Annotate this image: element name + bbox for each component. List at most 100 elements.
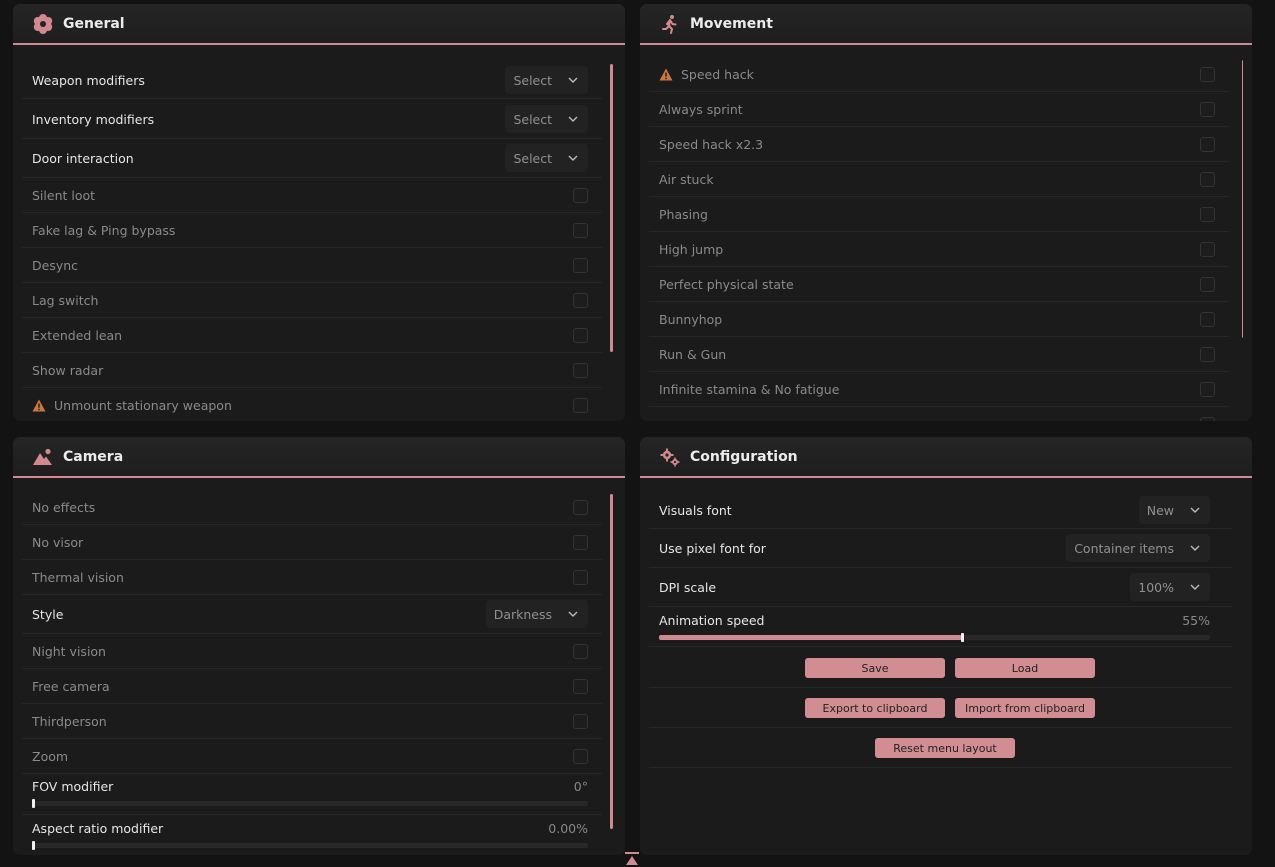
desync-row[interactable]: Desync [22, 248, 602, 283]
aspect-ratio-slider[interactable] [32, 841, 588, 850]
dpi-scale-select[interactable]: 100% [1130, 573, 1210, 601]
show-radar-row[interactable]: Show radar [22, 353, 602, 388]
speed-hack-checkbox[interactable] [1200, 66, 1215, 82]
visuals-font-label: Visuals font [659, 502, 732, 518]
phasing-row[interactable]: Phasing [649, 197, 1229, 232]
list-item-partial-checkbox[interactable] [1200, 416, 1215, 421]
desync-checkbox[interactable] [573, 257, 588, 273]
air-stuck-label: Air stuck [659, 171, 714, 187]
style-row: Style Darkness [22, 595, 602, 634]
import-from-clipboard-button[interactable]: Import from clipboard [955, 698, 1095, 718]
dpi-scale-label: DPI scale [659, 579, 717, 595]
zoom-row[interactable]: Zoom [22, 739, 602, 774]
save-button[interactable]: Save [805, 658, 945, 678]
visuals-font-select[interactable]: New [1138, 496, 1210, 524]
run-and-gun-row[interactable]: Run & Gun [649, 337, 1229, 372]
select-value: Container items [1074, 540, 1174, 556]
slider-knob[interactable] [961, 633, 965, 642]
lag-switch-checkbox[interactable] [573, 292, 588, 308]
door-interaction-row: Door interaction Select [22, 139, 602, 178]
chevron-down-icon [1190, 505, 1200, 515]
no-effects-label: No effects [32, 499, 96, 515]
door-interaction-select[interactable]: Select [505, 144, 588, 172]
reset-menu-layout-button[interactable]: Reset menu layout [875, 738, 1015, 758]
chevron-down-icon [568, 153, 578, 163]
aspect-ratio-label: Aspect ratio modifier [32, 821, 164, 836]
inventory-modifiers-select[interactable]: Select [505, 105, 588, 133]
show-radar-checkbox[interactable] [573, 362, 588, 378]
chevron-down-icon [1190, 543, 1200, 553]
thirdperson-label: Thirdperson [32, 713, 107, 729]
export-to-clipboard-button[interactable]: Export to clipboard [805, 698, 945, 718]
perfect-physical-state-row[interactable]: Perfect physical state [649, 267, 1229, 302]
thirdperson-checkbox[interactable] [573, 713, 588, 729]
always-sprint-row[interactable]: Always sprint [649, 92, 1229, 127]
select-value: Select [513, 111, 552, 127]
list-item-partial[interactable] [649, 407, 1229, 421]
high-jump-checkbox[interactable] [1200, 241, 1215, 257]
lag-switch-label: Lag switch [32, 292, 99, 308]
zoom-checkbox[interactable] [573, 748, 588, 764]
air-stuck-checkbox[interactable] [1200, 171, 1215, 187]
fake-lag-row[interactable]: Fake lag & Ping bypass [22, 213, 602, 248]
divider [649, 727, 1232, 728]
always-sprint-checkbox[interactable] [1200, 101, 1215, 117]
unmount-weapon-checkbox[interactable] [573, 397, 588, 413]
infinite-stamina-row[interactable]: Infinite stamina & No fatigue [649, 372, 1229, 407]
extended-lean-row[interactable]: Extended lean [22, 318, 602, 353]
camera-panel: Camera No effects No visor Thermal visio… [13, 437, 625, 855]
night-vision-row[interactable]: Night vision [22, 634, 602, 669]
infinite-stamina-checkbox[interactable] [1200, 381, 1215, 397]
slider-knob[interactable] [32, 841, 35, 850]
general-scrollbar[interactable] [610, 64, 613, 352]
general-list[interactable]: Weapon modifiers Select Inventory modifi… [22, 57, 616, 421]
style-label: Style [32, 606, 64, 622]
silent-loot-row[interactable]: Silent loot [22, 178, 602, 213]
chevron-down-icon [568, 114, 578, 124]
silent-loot-checkbox[interactable] [573, 187, 588, 203]
phasing-checkbox[interactable] [1200, 206, 1215, 222]
perfect-physical-state-label: Perfect physical state [659, 276, 794, 292]
night-vision-checkbox[interactable] [573, 643, 588, 659]
camera-scrollbar[interactable] [610, 494, 613, 829]
speed-hack-x23-checkbox[interactable] [1200, 136, 1215, 152]
thermal-vision-checkbox[interactable] [573, 569, 588, 585]
run-and-gun-checkbox[interactable] [1200, 346, 1215, 362]
perfect-physical-state-checkbox[interactable] [1200, 276, 1215, 292]
thermal-vision-row[interactable]: Thermal vision [22, 560, 602, 595]
load-button[interactable]: Load [955, 658, 1095, 678]
free-camera-row[interactable]: Free camera [22, 669, 602, 704]
unmount-weapon-row[interactable]: Unmount stationary weapon [22, 388, 602, 421]
night-vision-label: Night vision [32, 643, 106, 659]
style-select[interactable]: Darkness [485, 600, 588, 628]
fake-lag-checkbox[interactable] [573, 222, 588, 238]
free-camera-checkbox[interactable] [573, 678, 588, 694]
extended-lean-checkbox[interactable] [573, 327, 588, 343]
no-visor-checkbox[interactable] [573, 534, 588, 550]
camera-list[interactable]: No effects No visor Thermal vision Style… [22, 490, 616, 855]
thirdperson-row[interactable]: Thirdperson [22, 704, 602, 739]
lag-switch-row[interactable]: Lag switch [22, 283, 602, 318]
fov-modifier-slider[interactable] [32, 799, 588, 808]
running-person-icon [660, 14, 680, 34]
movement-list[interactable]: Speed hack Always sprint Speed hack x2.3… [649, 57, 1243, 421]
bunnyhop-checkbox[interactable] [1200, 311, 1215, 327]
speed-hack-row[interactable]: Speed hack [649, 57, 1229, 92]
weapon-modifiers-select[interactable]: Select [505, 66, 588, 94]
unmount-weapon-label: Unmount stationary weapon [54, 397, 232, 413]
no-effects-checkbox[interactable] [573, 499, 588, 515]
animation-speed-slider[interactable] [659, 633, 1210, 642]
slider-knob[interactable] [32, 799, 35, 808]
dpi-scale-row: DPI scale 100% [649, 568, 1232, 607]
high-jump-row[interactable]: High jump [649, 232, 1229, 267]
no-visor-row[interactable]: No visor [22, 525, 602, 560]
zoom-label: Zoom [32, 748, 69, 764]
air-stuck-row[interactable]: Air stuck [649, 162, 1229, 197]
no-effects-row[interactable]: No effects [22, 490, 602, 525]
speed-hack-x23-row[interactable]: Speed hack x2.3 [649, 127, 1229, 162]
pixel-font-select[interactable]: Container items [1066, 534, 1210, 562]
visuals-font-row: Visuals font New [649, 492, 1232, 529]
bunnyhop-row[interactable]: Bunnyhop [649, 302, 1229, 337]
movement-scrollbar[interactable] [1242, 60, 1243, 338]
resize-handle-icon[interactable] [625, 852, 639, 867]
